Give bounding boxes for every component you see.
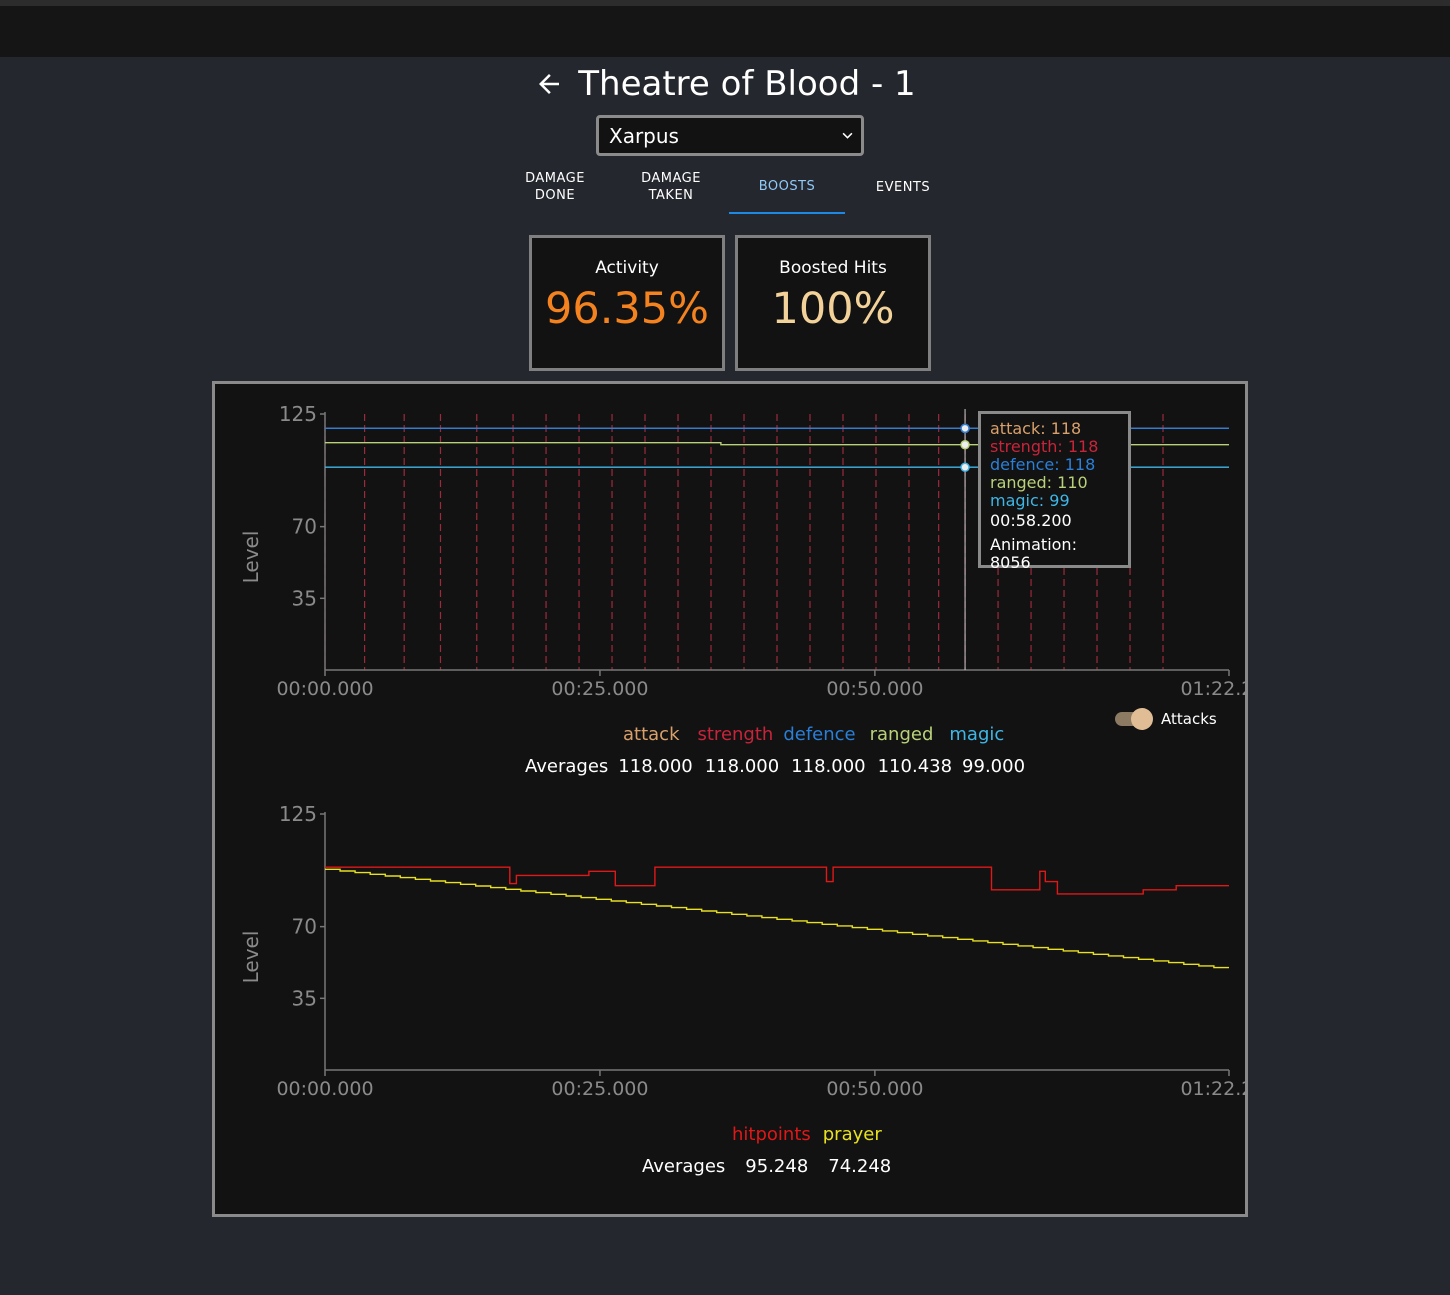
tooltip-attack: attack: 118 (990, 419, 1082, 438)
skills-y-tick-label: 125 (279, 402, 317, 426)
avg-strength: 118.000 (704, 756, 780, 777)
vitals-series-hitpoints (325, 866, 1229, 895)
skills-x-tick-label: 00:00.000 (276, 678, 373, 700)
vitals-averages: Averages 95.248 74.248 (642, 1156, 891, 1177)
page-title: Theatre of Blood - 1 (578, 64, 916, 104)
tooltip-time: 00:58.200 (990, 511, 1072, 530)
tab-bar: DAMAGE DONE DAMAGE TAKEN BOOSTS EVENTS (497, 160, 961, 214)
avg-hitpoints: 95.248 (745, 1156, 809, 1177)
skills-y-tick-label: 70 (292, 515, 317, 539)
boosted-hits-card: Boosted Hits 100% (735, 235, 931, 371)
skills-hover-point-magic (960, 462, 970, 472)
avg-attack: 118.000 (618, 756, 693, 777)
boosted-hits-label: Boosted Hits (779, 258, 887, 278)
avg-defence: 118.000 (791, 756, 866, 777)
back-arrow-icon[interactable] (534, 69, 564, 99)
avg-ranged: 110.438 (877, 756, 953, 777)
vitals-series-prayer (325, 868, 1229, 969)
boss-select-value: Xarpus (609, 123, 679, 148)
tab-damage-done[interactable]: DAMAGE DONE (497, 160, 613, 214)
chevron-down-icon (842, 132, 853, 139)
attacks-toggle[interactable]: Attacks (1115, 708, 1217, 730)
tooltip-strength: strength: 118 (990, 437, 1099, 456)
tooltip-defence: defence: 118 (990, 455, 1096, 474)
avg-magic: 99.000 (962, 756, 1026, 777)
activity-value: 96.35% (545, 284, 709, 334)
vitals-legend: hitpoints prayer (732, 1124, 882, 1145)
chart-tooltip: attack: 118 strength: 118 defence: 118 r… (978, 411, 1131, 572)
charts-panel: 35 70 125 00:00.000 00:25.000 00:50.000 01:22.… (212, 381, 1248, 1217)
legend-defence: defence (783, 724, 856, 745)
tooltip-ranged: ranged: 110 (990, 473, 1088, 492)
vitals-y-axis-label: Level (239, 931, 263, 984)
avg-prayer: 74.248 (828, 1156, 892, 1177)
activity-label: Activity (595, 258, 659, 278)
skills-averages-label: Averages (525, 756, 609, 777)
skills-x-tick-label: 00:50.000 (826, 678, 923, 700)
boss-select[interactable]: Xarpus (596, 115, 864, 156)
tab-boosts[interactable]: BOOSTS (729, 160, 845, 214)
legend-strength: strength (697, 724, 774, 745)
page-header: Theatre of Blood - 1 (0, 60, 1450, 108)
vitals-x-tick-label: 00:25.000 (551, 1078, 648, 1100)
legend-ranged: ranged (869, 724, 934, 745)
vitals-y-tick-label: 35 (292, 986, 317, 1010)
skills-hover-point-defence (960, 423, 970, 434)
vitals-chart: 35 70 125 00:00.000 00:25.000 00:50.000 01:22.… (239, 802, 1245, 1100)
skills-x-tick-label: 01:22.200 (1180, 678, 1245, 700)
skills-y-tick-label: 35 (292, 586, 317, 610)
skills-x-tick-label: 00:25.000 (551, 678, 648, 700)
skills-y-axis-label: Level (239, 531, 263, 584)
vitals-y-tick-label: 125 (279, 802, 317, 826)
vitals-x-tick-label: 00:50.000 (826, 1078, 923, 1100)
vitals-averages-label: Averages (642, 1156, 726, 1177)
toggle-label: Attacks (1161, 710, 1217, 728)
legend-magic: magic (949, 724, 1005, 745)
tab-events[interactable]: EVENTS (845, 160, 961, 214)
toggle-knob[interactable] (1131, 708, 1153, 730)
legend-prayer: prayer (822, 1124, 882, 1145)
toggle-track[interactable] (1115, 708, 1153, 730)
legend-hitpoints: hitpoints (732, 1124, 811, 1145)
boosted-hits-value: 100% (771, 284, 895, 334)
vitals-x-tick-label: 00:00.000 (276, 1078, 373, 1100)
skills-hover-point-ranged (960, 439, 970, 450)
tab-damage-taken[interactable]: DAMAGE TAKEN (613, 160, 729, 214)
tooltip-magic: magic: 99 (990, 491, 1070, 510)
skills-averages: Averages 118.000 118.000 118.000 110.438… (525, 756, 1025, 777)
legend-attack: attack (623, 724, 680, 745)
top-app-bar (0, 0, 1450, 57)
vitals-y-tick-label: 70 (292, 915, 317, 939)
activity-card: Activity 96.35% (529, 235, 725, 371)
vitals-x-tick-label: 01:22.200 (1180, 1078, 1245, 1100)
skills-legend: attack strength defence ranged magic (623, 724, 1004, 745)
tooltip-animation: Animation: 8056 (990, 535, 1077, 572)
